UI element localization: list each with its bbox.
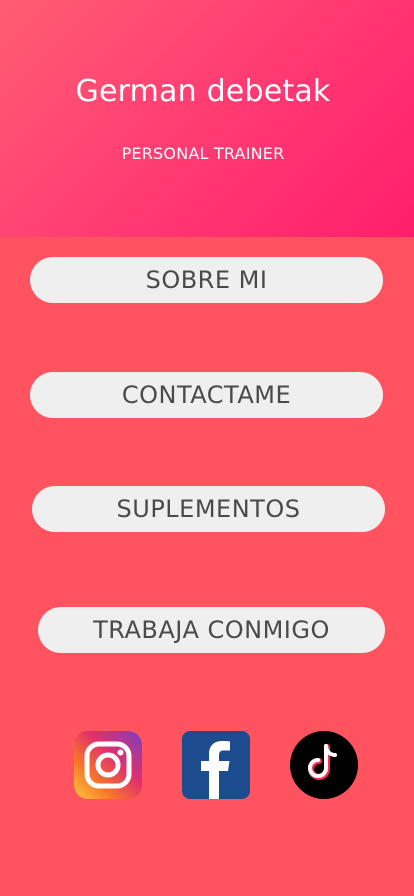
- trabaja-conmigo-button[interactable]: TRABAJA CONMIGO: [38, 607, 385, 653]
- sobre-mi-button[interactable]: SOBRE MI: [30, 257, 383, 303]
- header-banner: German debetak PERSONAL TRAINER: [0, 0, 414, 237]
- page-title: German debetak: [75, 74, 331, 109]
- suplementos-button[interactable]: SUPLEMENTOS: [32, 486, 385, 532]
- page-subtitle: PERSONAL TRAINER: [121, 144, 285, 163]
- instagram-icon[interactable]: [74, 731, 142, 799]
- tiktok-icon[interactable]: [290, 731, 358, 799]
- contactame-button[interactable]: CONTACTAME: [30, 372, 383, 418]
- facebook-icon[interactable]: [182, 731, 250, 799]
